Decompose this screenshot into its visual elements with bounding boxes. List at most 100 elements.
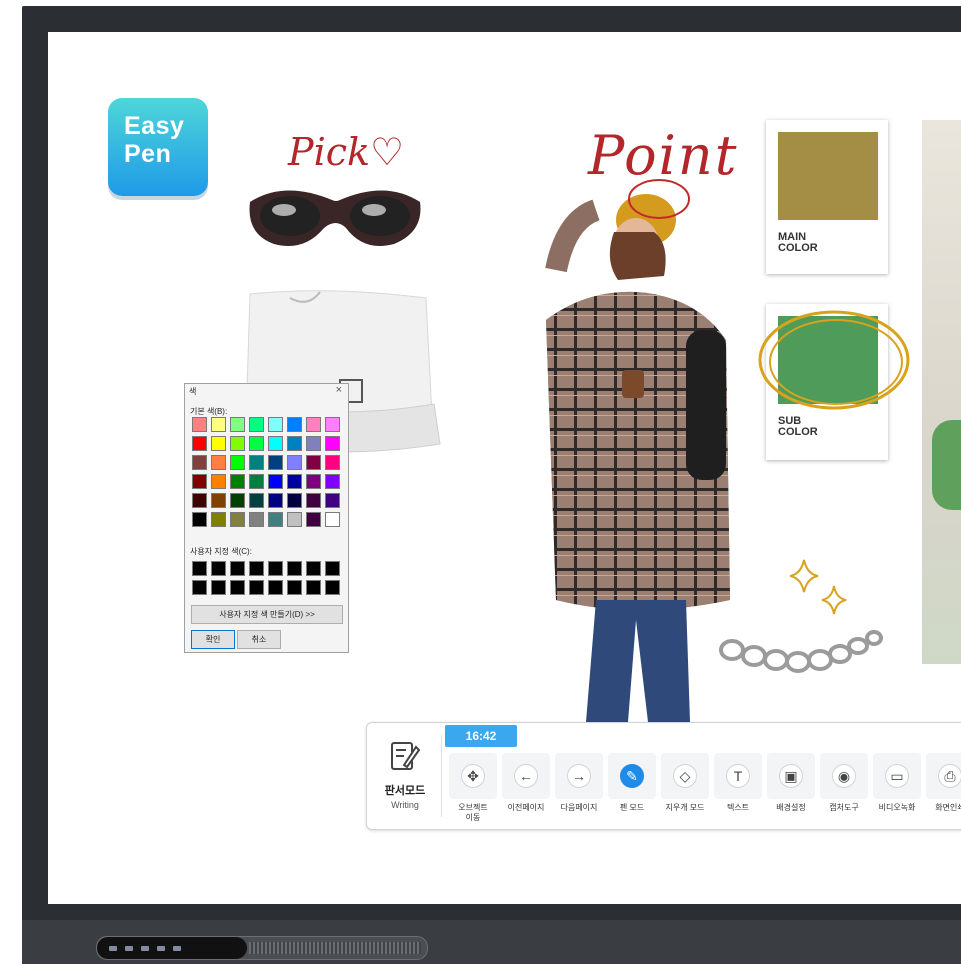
custom-color-cell[interactable] [287,561,302,576]
basic-color-cell[interactable] [306,417,321,432]
custom-color-cell[interactable] [249,561,264,576]
tool-text[interactable]: T 텍스트 [714,753,762,821]
basic-color-cell[interactable] [287,474,302,489]
basic-color-cell[interactable] [306,493,321,508]
basic-color-cell[interactable] [230,493,245,508]
basic-color-cell[interactable] [325,455,340,470]
basic-color-cell[interactable] [268,474,283,489]
basic-color-cell[interactable] [230,455,245,470]
tool-button[interactable]: T [714,753,762,799]
basic-color-cell[interactable] [249,474,264,489]
tool-button[interactable]: ⎙ [926,753,961,799]
basic-color-cell[interactable] [306,474,321,489]
text-icon: T [726,764,750,788]
basic-color-cell[interactable] [192,474,207,489]
custom-color-cell[interactable] [249,580,264,595]
custom-color-cell[interactable] [192,561,207,576]
basic-color-cell[interactable] [325,417,340,432]
basic-color-cell[interactable] [287,436,302,451]
basic-color-cell[interactable] [230,474,245,489]
basic-color-cell[interactable] [211,512,226,527]
tool-button[interactable]: ▣ [767,753,815,799]
custom-color-cell[interactable] [230,580,245,595]
custom-color-cell[interactable] [211,580,226,595]
basic-color-cell[interactable] [325,436,340,451]
basic-color-cell[interactable] [287,512,302,527]
basic-color-cell[interactable] [268,493,283,508]
custom-color-cell[interactable] [325,561,340,576]
tool-button[interactable]: → [555,753,603,799]
tool-button[interactable]: ← [502,753,550,799]
basic-color-cell[interactable] [287,417,302,432]
basic-color-cell[interactable] [325,512,340,527]
basic-color-cell[interactable] [192,436,207,451]
basic-color-cell[interactable] [249,493,264,508]
define-custom-colors-button[interactable]: 사용자 지정 색 만들기(D) >> [191,605,343,624]
basic-color-cell[interactable] [192,417,207,432]
tool-arrow-right[interactable]: → 다음페이지 [555,753,603,821]
basic-color-cell[interactable] [230,512,245,527]
tool-arrow-left[interactable]: ← 이전페이지 [502,753,550,821]
cancel-button[interactable]: 취소 [237,630,281,649]
basic-color-cell[interactable] [249,512,264,527]
custom-color-cell[interactable] [306,561,321,576]
custom-colors-label: 사용자 지정 색(C): [190,547,252,556]
sunglasses-image[interactable] [244,172,426,252]
woman-photo[interactable] [486,180,748,722]
tool-label: 텍스트 [726,803,750,812]
custom-color-cell[interactable] [211,561,226,576]
tool-video[interactable]: ▭ 비디오녹화 [873,753,921,821]
basic-color-cell[interactable] [287,493,302,508]
writing-mode-button[interactable]: 판서모드 Writing [373,737,437,817]
tool-button[interactable]: ◉ [820,753,868,799]
tool-camera[interactable]: ◉ 캡처도구 [820,753,868,821]
basic-color-cell[interactable] [306,436,321,451]
basic-color-cell[interactable] [268,417,283,432]
main-color-card[interactable]: MAIN COLOR [766,120,888,274]
custom-color-cell[interactable] [230,561,245,576]
basic-color-cell[interactable] [249,436,264,451]
basic-color-cell[interactable] [268,436,283,451]
tool-button[interactable]: ▭ [873,753,921,799]
basic-color-cell[interactable] [230,417,245,432]
basic-color-cell[interactable] [268,455,283,470]
tool-move[interactable]: ✥ 오브젝트 이동 [449,753,497,822]
tool-label: 비디오녹화 [878,803,916,812]
basic-color-cell[interactable] [287,455,302,470]
side-photo[interactable] [922,120,961,664]
basic-color-cell[interactable] [325,474,340,489]
ok-button[interactable]: 확인 [191,630,235,649]
tool-image[interactable]: ▣ 배경설정 [767,753,815,821]
tool-pen[interactable]: ✎ 펜 모드 [608,753,656,821]
basic-color-cell[interactable] [192,493,207,508]
basic-color-cell[interactable] [268,512,283,527]
custom-color-cell[interactable] [325,580,340,595]
tool-eraser[interactable]: ◇ 지우개 모드 [661,753,709,821]
basic-color-cell[interactable] [211,493,226,508]
color-picker-dialog[interactable]: 색 × 기본 색(B): 사용자 지정 색(C): 사용자 지정 색 만들기(D… [184,383,349,653]
tool-button[interactable]: ✎ [608,753,656,799]
basic-color-cell[interactable] [249,455,264,470]
custom-color-cell[interactable] [287,580,302,595]
basic-color-cell[interactable] [211,436,226,451]
custom-color-cell[interactable] [268,561,283,576]
tool-button[interactable]: ◇ [661,753,709,799]
close-icon[interactable]: × [336,384,342,396]
basic-color-cell[interactable] [211,474,226,489]
custom-color-cell[interactable] [306,580,321,595]
custom-color-cell[interactable] [268,580,283,595]
custom-color-cell[interactable] [192,580,207,595]
bracelet-image[interactable] [716,620,902,678]
whiteboard-screen[interactable]: Easy Pen Pick♡ Point MAIN COLOR SUB COLO… [48,32,961,904]
basic-color-cell[interactable] [306,455,321,470]
tool-printer[interactable]: ⎙ 화면인쇄 [926,753,961,821]
basic-color-cell[interactable] [249,417,264,432]
basic-color-cell[interactable] [306,512,321,527]
basic-color-cell[interactable] [211,455,226,470]
basic-color-cell[interactable] [325,493,340,508]
basic-color-cell[interactable] [192,512,207,527]
tool-button[interactable]: ✥ [449,753,497,799]
basic-color-cell[interactable] [230,436,245,451]
basic-color-cell[interactable] [192,455,207,470]
basic-color-cell[interactable] [211,417,226,432]
